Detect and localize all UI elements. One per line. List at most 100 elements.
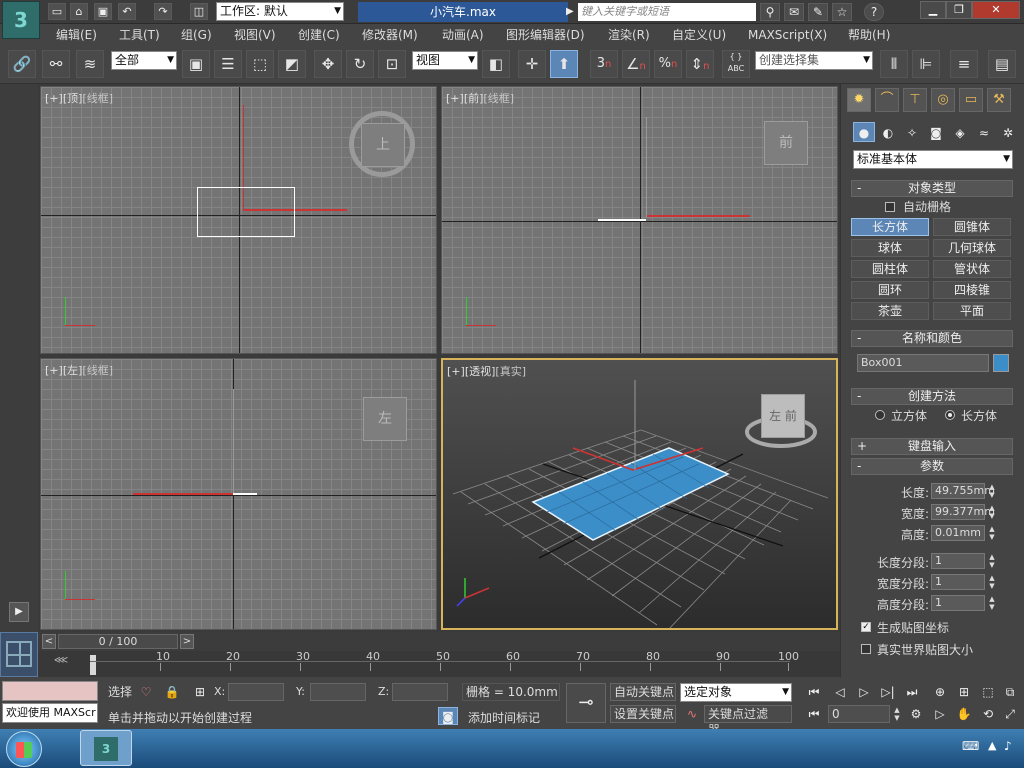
viewport-view-menu[interactable]: [左] bbox=[63, 364, 83, 377]
app-logo-icon[interactable]: 3 bbox=[2, 1, 40, 39]
torus-button[interactable]: 圆环 bbox=[851, 281, 929, 299]
object-color-swatch[interactable] bbox=[993, 354, 1009, 372]
viewcube[interactable]: 左 前 bbox=[761, 394, 805, 438]
width-segs-spinner-icon[interactable]: ▲ ▼ bbox=[987, 574, 997, 590]
auto-key-button[interactable]: 自动关键点 bbox=[610, 683, 676, 701]
select-by-name-icon[interactable]: ☰ bbox=[214, 50, 242, 78]
motion-tab-icon[interactable]: ◎ bbox=[931, 88, 955, 112]
restore-button[interactable]: ❐ bbox=[946, 1, 972, 19]
rectangular-selection-icon[interactable]: ⬚ bbox=[246, 50, 274, 78]
time-config-icon[interactable]: ⚙ bbox=[906, 705, 926, 723]
align-icon[interactable]: ⊫ bbox=[912, 50, 940, 78]
create-tab-icon[interactable]: ✹ bbox=[847, 88, 871, 112]
helpers-icon[interactable]: ◈ bbox=[949, 122, 971, 142]
width-segs-field[interactable]: 1 bbox=[931, 574, 985, 590]
shapes-icon[interactable]: ◐ bbox=[877, 122, 899, 142]
display-tab-icon[interactable]: ▭ bbox=[959, 88, 983, 112]
x-coord-field[interactable] bbox=[228, 683, 284, 701]
link-icon[interactable]: 🔗 bbox=[8, 50, 36, 78]
communication-center-icon[interactable]: ✉ bbox=[784, 3, 804, 21]
menu-maxscript[interactable]: MAXScript(X) bbox=[744, 26, 831, 44]
time-slider-handle[interactable] bbox=[90, 655, 96, 675]
menu-edit[interactable]: 编辑(E) bbox=[52, 26, 101, 44]
sphere-button[interactable]: 球体 bbox=[851, 239, 929, 257]
length-segs-field[interactable]: 1 bbox=[931, 553, 985, 569]
reference-coord-dropdown[interactable]: 视图 ▼ bbox=[412, 51, 478, 70]
next-key-icon[interactable]: ▷| bbox=[878, 683, 898, 701]
maxscript-listener-pink[interactable] bbox=[2, 681, 98, 701]
new-file-icon[interactable]: ▭ bbox=[48, 3, 66, 20]
height-segs-field[interactable]: 1 bbox=[931, 595, 985, 611]
zoom-all-icon[interactable]: ⊞ bbox=[954, 683, 974, 701]
menu-help[interactable]: 帮助(H) bbox=[844, 26, 894, 44]
percent-snap-icon[interactable]: %n bbox=[654, 50, 682, 78]
play-icon[interactable]: ▷ bbox=[854, 683, 874, 701]
key-filter-dropdown[interactable]: 选定对象 ▼ bbox=[680, 683, 792, 702]
maximize-viewport-icon[interactable]: ⤢ bbox=[1000, 705, 1020, 723]
viewcube[interactable]: 前 bbox=[764, 121, 808, 165]
field-of-view-icon[interactable]: ▷ bbox=[930, 705, 950, 723]
goto-end-icon[interactable]: ⏭ bbox=[902, 683, 922, 701]
prev-frame-arrow-icon[interactable]: < bbox=[42, 634, 56, 649]
rollout-creation-method[interactable]: - 创建方法 bbox=[851, 388, 1013, 405]
start-button[interactable] bbox=[6, 731, 42, 767]
box-edge-front[interactable] bbox=[598, 219, 646, 221]
utilities-tab-icon[interactable]: ⚒ bbox=[987, 88, 1011, 112]
width-spinner-icon[interactable]: ▲ ▼ bbox=[987, 504, 997, 520]
y-coord-field[interactable] bbox=[310, 683, 366, 701]
cone-button[interactable]: 圆锥体 bbox=[933, 218, 1011, 236]
viewcube[interactable]: 上 bbox=[361, 123, 405, 167]
viewport-left[interactable]: [+][左][线框] 左 bbox=[40, 358, 437, 630]
snaps-toggle-icon[interactable]: 3n bbox=[590, 50, 618, 78]
maxscript-listener-white[interactable]: 欢迎使用 MAXScr bbox=[2, 703, 98, 723]
teapot-button[interactable]: 茶壶 bbox=[851, 302, 929, 320]
window-crossing-icon[interactable]: ◩ bbox=[278, 50, 306, 78]
current-frame-spinner-icon[interactable]: ▲ ▼ bbox=[892, 706, 902, 722]
curve-editor-icon[interactable]: ⋘ bbox=[44, 655, 78, 673]
time-tag-icon[interactable]: ◙ bbox=[438, 707, 458, 725]
minimize-button[interactable]: ▁ bbox=[920, 1, 946, 19]
goto-start-icon[interactable]: ⏮ bbox=[804, 683, 824, 701]
play-expand-icon[interactable]: ▶ bbox=[9, 602, 29, 622]
help-icon[interactable]: ? bbox=[864, 3, 884, 21]
menu-tools[interactable]: 工具(T) bbox=[115, 26, 164, 44]
radio-box[interactable] bbox=[945, 410, 955, 420]
viewport-perspective[interactable]: [+][透视][真实] 左 前 bbox=[441, 358, 838, 630]
named-selection-dropdown[interactable]: 创建选择集 ▼ bbox=[755, 51, 873, 70]
modify-tab-icon[interactable]: ⌒ bbox=[875, 88, 899, 112]
pivot-center-icon[interactable]: ◧ bbox=[482, 50, 510, 78]
length-field[interactable]: 49.755mm bbox=[931, 483, 995, 499]
speaker-tray-icon[interactable]: ♪ bbox=[1004, 739, 1012, 753]
real-world-checkbox[interactable] bbox=[861, 644, 871, 654]
add-time-tag[interactable]: 添加时间标记 bbox=[462, 709, 558, 726]
unlink-icon[interactable]: ⚯ bbox=[42, 50, 70, 78]
favorites-star-icon[interactable]: ☆ bbox=[832, 3, 852, 21]
track-bar[interactable]: ⋘ 10 20 30 40 50 60 70 80 90 100 bbox=[38, 650, 840, 677]
time-slider[interactable]: < 0 / 100 > bbox=[38, 632, 840, 651]
mini-listener-icon[interactable] bbox=[0, 632, 38, 677]
geometry-icon[interactable]: ● bbox=[853, 122, 875, 142]
frame-counter[interactable]: 0 / 100 bbox=[58, 634, 178, 649]
lock-selection-icon[interactable]: 🔒 bbox=[162, 683, 182, 701]
space-warps-icon[interactable]: ≈ bbox=[973, 122, 995, 142]
menu-views[interactable]: 视图(V) bbox=[230, 26, 280, 44]
menu-customize[interactable]: 自定义(U) bbox=[668, 26, 730, 44]
viewport-view-menu[interactable]: [前] bbox=[464, 92, 484, 105]
zoom-extents-icon[interactable]: ⬚ bbox=[978, 683, 998, 701]
cylinder-button[interactable]: 圆柱体 bbox=[851, 260, 929, 278]
keyboard-tray-icon[interactable]: ⌨ bbox=[962, 739, 979, 753]
height-spinner-icon[interactable]: ▲ ▼ bbox=[987, 525, 997, 541]
viewport-menu[interactable]: [+] bbox=[45, 92, 63, 105]
rollout-keyboard-entry[interactable]: + 键盘输入 bbox=[851, 438, 1013, 455]
width-field[interactable]: 99.377mm bbox=[931, 504, 995, 520]
save-icon[interactable]: ▣ bbox=[94, 3, 112, 20]
height-field[interactable]: 0.01mm bbox=[931, 525, 985, 541]
set-key-button[interactable]: 设置关键点 bbox=[610, 705, 676, 723]
orbit-icon[interactable]: ⟲ bbox=[978, 705, 998, 723]
menu-create[interactable]: 创建(C) bbox=[294, 26, 344, 44]
bind-space-warp-icon[interactable]: ≋ bbox=[76, 50, 104, 78]
pan-icon[interactable]: ✋ bbox=[954, 705, 974, 723]
viewport-menu[interactable]: [+] bbox=[45, 364, 63, 377]
workspace-dropdown[interactable]: 工作区: 默认 ▼ bbox=[216, 2, 344, 21]
selection-filter-dropdown[interactable]: 全部 ▼ bbox=[111, 51, 177, 70]
